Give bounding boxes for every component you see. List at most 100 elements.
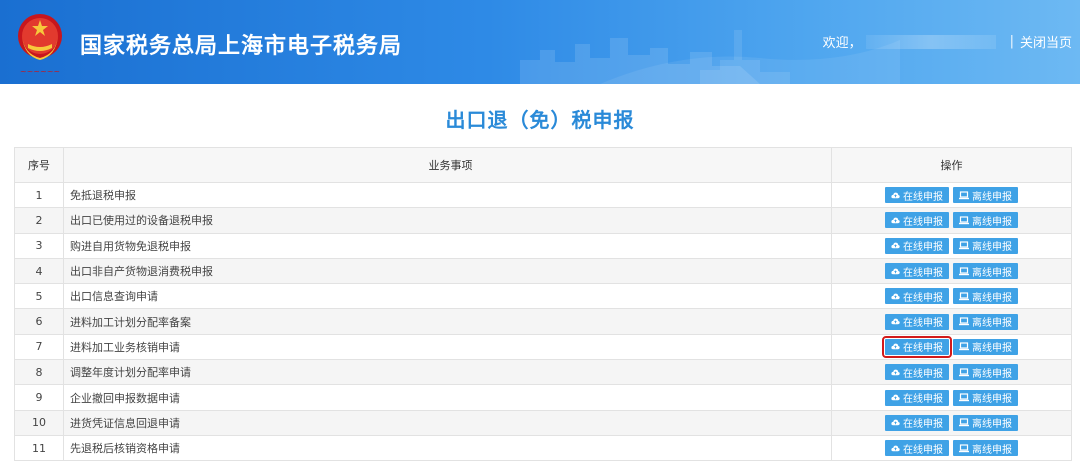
operation-cell: 在线申报 离线申报	[831, 359, 1072, 386]
online-declare-label: 在线申报	[903, 444, 943, 456]
svg-text:~~~~~~: ~~~~~~	[20, 67, 60, 76]
online-declare-button[interactable]: 在线申报	[885, 237, 949, 254]
business-item: 进料加工计划分配率备案	[63, 308, 832, 335]
offline-declare-button[interactable]: 离线申报	[953, 187, 1018, 204]
online-declare-button[interactable]: 在线申报	[885, 440, 949, 457]
business-item: 进料加工业务核销申请	[63, 333, 832, 361]
row-number: 8	[14, 359, 64, 386]
cloud-upload-icon	[891, 394, 900, 401]
offline-declare-label: 离线申报	[972, 242, 1012, 254]
laptop-icon	[959, 292, 969, 301]
page-title: 出口退（免）税申报	[445, 108, 635, 132]
online-declare-button[interactable]: 在线申报	[885, 288, 949, 305]
offline-declare-button[interactable]: 离线申报	[953, 414, 1018, 431]
close-page-link[interactable]: 关闭当页	[1020, 32, 1072, 51]
online-declare-button[interactable]: 在线申报	[882, 335, 952, 358]
table-row: 4 出口非自产货物退消费税申报 在线申报 离线申报	[14, 257, 1072, 285]
offline-declare-label: 离线申报	[972, 191, 1012, 203]
offline-declare-button[interactable]: 离线申报	[953, 364, 1018, 381]
online-declare-button[interactable]: 在线申报	[885, 313, 949, 330]
offline-declare-button[interactable]: 离线申报	[953, 263, 1018, 280]
operation-cell: 在线申报 离线申报	[831, 257, 1072, 285]
offline-declare-button[interactable]: 离线申报	[953, 313, 1018, 330]
row-number: 2	[14, 207, 64, 234]
offline-declare-button[interactable]: 离线申报	[953, 212, 1018, 229]
cloud-upload-icon	[891, 192, 900, 198]
offline-declare-label: 离线申报	[972, 318, 1012, 330]
table-row: 3 购进自用货物免退税申报 在线申报 离线申报	[14, 232, 1072, 259]
operation-cell: 在线申报 离线申报	[831, 308, 1072, 335]
site-title: 国家税务总局上海市电子税务局	[80, 34, 403, 59]
row-number: 5	[14, 283, 64, 310]
online-declare-label: 在线申报	[903, 216, 943, 228]
online-declare-label: 在线申报	[903, 343, 943, 355]
cloud-upload-icon	[891, 419, 900, 426]
operation-cell: 在线申报 离线申报	[831, 207, 1072, 234]
row-number: 4	[14, 257, 64, 285]
business-item: 出口非自产货物退消费税申报	[63, 257, 832, 285]
business-item: 调整年度计划分配率申请	[63, 359, 832, 386]
table-row: 11 先退税后核销资格申请 在线申报 离线申报	[14, 434, 1072, 462]
cloud-upload-icon	[891, 318, 900, 325]
online-declare-button[interactable]: 在线申报	[885, 263, 949, 280]
laptop-icon	[959, 342, 969, 351]
business-item: 出口信息查询申请	[63, 283, 832, 310]
row-number: 3	[14, 232, 64, 259]
table-header-row: 序号 业务事项 操作	[14, 147, 1072, 183]
declaration-table: 序号 业务事项 操作 1 免抵退税申报 在线申报 离线申报 2 出口已使用过的设备退税申报…	[14, 147, 1072, 462]
laptop-icon	[959, 393, 969, 402]
table-row: 8 调整年度计划分配率申请 在线申报 离线申报	[14, 359, 1072, 386]
separator: |	[1009, 34, 1014, 49]
business-item: 企业撤回申报数据申请	[63, 384, 832, 411]
operation-cell: 在线申报 离线申报	[831, 181, 1072, 209]
operation-cell: 在线申报 离线申报	[831, 232, 1072, 259]
offline-declare-button[interactable]: 离线申报	[953, 288, 1018, 305]
online-declare-label: 在线申报	[903, 394, 943, 406]
cloud-upload-icon	[891, 445, 900, 451]
column-header-item: 业务事项	[63, 147, 832, 183]
online-declare-button[interactable]: 在线申报	[885, 212, 949, 229]
row-number: 7	[14, 333, 64, 361]
online-declare-label: 在线申报	[903, 419, 943, 431]
business-item: 购进自用货物免退税申报	[63, 232, 832, 259]
business-item: 出口已使用过的设备退税申报	[63, 207, 832, 234]
offline-declare-button[interactable]: 离线申报	[953, 338, 1018, 355]
offline-declare-label: 离线申报	[972, 368, 1012, 380]
table-row: 9 企业撤回申报数据申请 在线申报 离线申报	[14, 384, 1072, 411]
offline-declare-button[interactable]: 离线申报	[953, 237, 1018, 254]
welcome-text: 欢迎，	[822, 36, 862, 51]
business-item: 进货凭证信息回退申请	[63, 409, 832, 436]
row-number: 6	[14, 308, 64, 335]
offline-declare-button[interactable]: 离线申报	[953, 389, 1018, 406]
offline-declare-label: 离线申报	[972, 292, 1012, 304]
online-declare-label: 在线申报	[903, 318, 943, 330]
laptop-icon	[959, 418, 969, 427]
operation-cell: 在线申报 离线申报	[831, 333, 1072, 361]
offline-declare-label: 离线申报	[972, 394, 1012, 406]
offline-declare-label: 离线申报	[972, 444, 1012, 456]
online-declare-label: 在线申报	[903, 292, 943, 304]
operation-cell: 在线申报 离线申报	[831, 409, 1072, 436]
row-number: 10	[14, 409, 64, 436]
offline-declare-label: 离线申报	[972, 267, 1012, 279]
column-header-no: 序号	[14, 147, 64, 183]
tax-emblem-icon: ~~~~~~	[12, 10, 68, 78]
business-item: 免抵退税申报	[63, 181, 832, 209]
laptop-icon	[959, 444, 969, 452]
online-declare-button[interactable]: 在线申报	[885, 414, 949, 431]
operation-cell: 在线申报 离线申报	[831, 384, 1072, 411]
row-number: 11	[14, 434, 64, 462]
online-declare-button[interactable]: 在线申报	[885, 187, 949, 204]
offline-declare-label: 离线申报	[972, 343, 1012, 355]
site-header: ~~~~~~ 国家税务总局上海市电子税务局 欢迎， | 关闭当页	[0, 0, 1080, 84]
offline-declare-button[interactable]: 离线申报	[953, 440, 1018, 457]
online-declare-button[interactable]: 在线申报	[885, 389, 949, 406]
operation-cell: 在线申报 离线申报	[831, 283, 1072, 310]
online-declare-button[interactable]: 在线申报	[885, 364, 949, 381]
laptop-icon	[959, 241, 969, 250]
laptop-icon	[959, 191, 969, 199]
table-row: 7 进料加工业务核销申请 在线申报 离线申报	[14, 333, 1072, 361]
online-declare-label: 在线申报	[903, 191, 943, 203]
laptop-icon	[959, 216, 969, 225]
online-declare-label: 在线申报	[903, 368, 943, 380]
